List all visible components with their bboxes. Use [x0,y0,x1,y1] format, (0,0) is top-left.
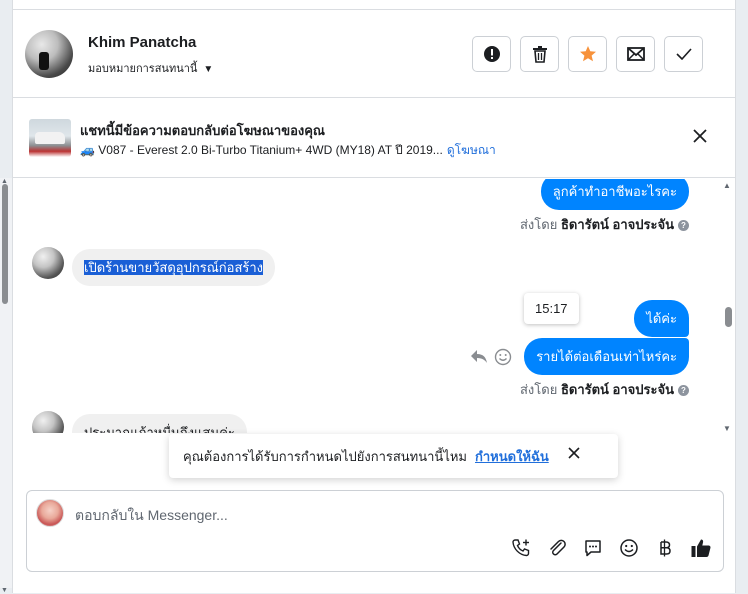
trash-icon [532,46,547,63]
like-button[interactable] [690,537,712,559]
message-hover-tools [470,348,512,366]
top-divider [13,0,735,10]
close-toast-button[interactable] [568,447,580,462]
view-ad-link[interactable]: ดูโฆษณา [447,143,496,157]
sender-name: ธิดารัตน์ อาจประจัน [560,217,674,232]
assign-prompt-toast: คุณต้องการได้รับการกำหนดไปยังการสนทนานี้… [169,434,618,478]
saved-replies-button[interactable] [582,537,604,559]
outer-scrollbar-thumb[interactable] [2,184,8,304]
timestamp-tooltip: 15:17 [524,293,579,324]
alert-icon [483,46,500,62]
sent-by-label: ส่งโดย ธิดารัตน์ อาจประจัน? [520,379,689,400]
incoming-message[interactable]: ประมาณเก้าหมื่นถึงแสนค่ะ [72,414,247,433]
baht-icon [660,539,671,557]
close-ad-banner-button[interactable] [693,129,707,148]
emoji-button[interactable] [618,537,640,559]
selected-text: เปิดร้านขายวัสดุอุปกรณ์ก่อสร้าง [84,260,264,275]
ad-thumbnail[interactable] [29,119,71,157]
header-actions [472,36,703,72]
ad-description-text: 🚙 V087 - Everest 2.0 Bi-Turbo Titanium+ … [80,143,443,157]
spam-button[interactable] [472,36,511,72]
message-list[interactable]: ลูกค้าทำอาชีพอะไรคะ ส่งโดย ธิดารัตน์ อาจ… [13,179,735,433]
emoji-icon [620,539,638,557]
payment-button[interactable] [654,537,676,559]
caret-down-icon: ▼ [203,64,214,75]
mark-unread-button[interactable] [616,36,655,72]
outgoing-message[interactable]: ลูกค้าทำอาชีพอะไรคะ [540,179,689,210]
ad-banner-title: แชทนี้มีข้อความตอบกลับต่อโฆษณาของคุณ [80,123,325,138]
phone-plus-icon [512,539,530,557]
assign-label: มอบหมายการสนทนานี้ [88,63,198,75]
attach-button[interactable] [546,537,568,559]
outgoing-message[interactable]: รายได้ต่อเดือนเท่าไหร่คะ [524,338,689,375]
paperclip-icon [550,539,566,556]
check-icon [675,48,692,60]
messenger-window: ▲ ▼ Khim Panatcha มอบหมายการสนทนานี้ ▼ แ… [0,0,748,594]
ad-description: 🚙 V087 - Everest 2.0 Bi-Turbo Titanium+ … [80,141,496,160]
close-icon [568,447,580,459]
conversation-panel: Khim Panatcha มอบหมายการสนทนานี้ ▼ แชทนี… [12,0,736,593]
close-icon [693,129,707,143]
emoji-reaction-icon[interactable] [494,348,512,366]
conversation-header: Khim Panatcha มอบหมายการสนทนานี้ ▼ [13,10,735,98]
info-icon[interactable]: ? [678,220,689,231]
reply-icon[interactable] [470,348,488,364]
sent-by-prefix: ส่งโดย [520,382,558,397]
info-icon[interactable]: ? [678,385,689,396]
composer-tools [510,537,712,559]
star-button[interactable] [568,36,607,72]
scroll-up-arrow-icon[interactable]: ▲ [723,181,731,190]
delete-button[interactable] [520,36,559,72]
reply-input[interactable] [75,507,675,523]
contact-avatar[interactable] [25,30,73,78]
mark-done-button[interactable] [664,36,703,72]
thumbs-up-icon [691,539,711,557]
sent-by-label: ส่งโดย ธิดารัตน์ อาจประจัน? [520,214,689,235]
call-button[interactable] [510,537,532,559]
message-scrollbar-thumb[interactable] [725,307,732,327]
ad-reply-banner: แชทนี้มีข้อความตอบกลับต่อโฆษณาของคุณ 🚙 V… [13,98,735,178]
contact-avatar-small[interactable] [32,247,64,279]
contact-avatar-small[interactable] [32,411,64,433]
assign-conversation-dropdown[interactable]: มอบหมายการสนทนานี้ ▼ [88,59,213,77]
message-scrollbar[interactable]: ▲ ▼ [721,179,733,433]
incoming-message[interactable]: เปิดร้านขายวัสดุอุปกรณ์ก่อสร้าง [72,249,276,286]
outgoing-message[interactable]: ได้ค่ะ [634,300,689,337]
scroll-down-arrow-icon[interactable]: ▼ [723,424,731,433]
contact-name[interactable]: Khim Panatcha [88,34,196,51]
outer-scrollbar[interactable]: ▲ ▼ [0,178,12,594]
speech-bubble-icon [585,540,601,557]
mail-icon [626,47,645,61]
star-icon [579,46,596,62]
assign-prompt-text: คุณต้องการได้รับการกำหนดไปยังการสนทนานี้… [183,448,467,464]
sent-by-prefix: ส่งโดย [520,217,558,232]
page-avatar [36,499,64,527]
sender-name: ธิดารัตน์ อาจประจัน [560,382,674,397]
assign-to-me-link[interactable]: กำหนดให้ฉัน [475,446,549,467]
message-composer [26,490,724,572]
